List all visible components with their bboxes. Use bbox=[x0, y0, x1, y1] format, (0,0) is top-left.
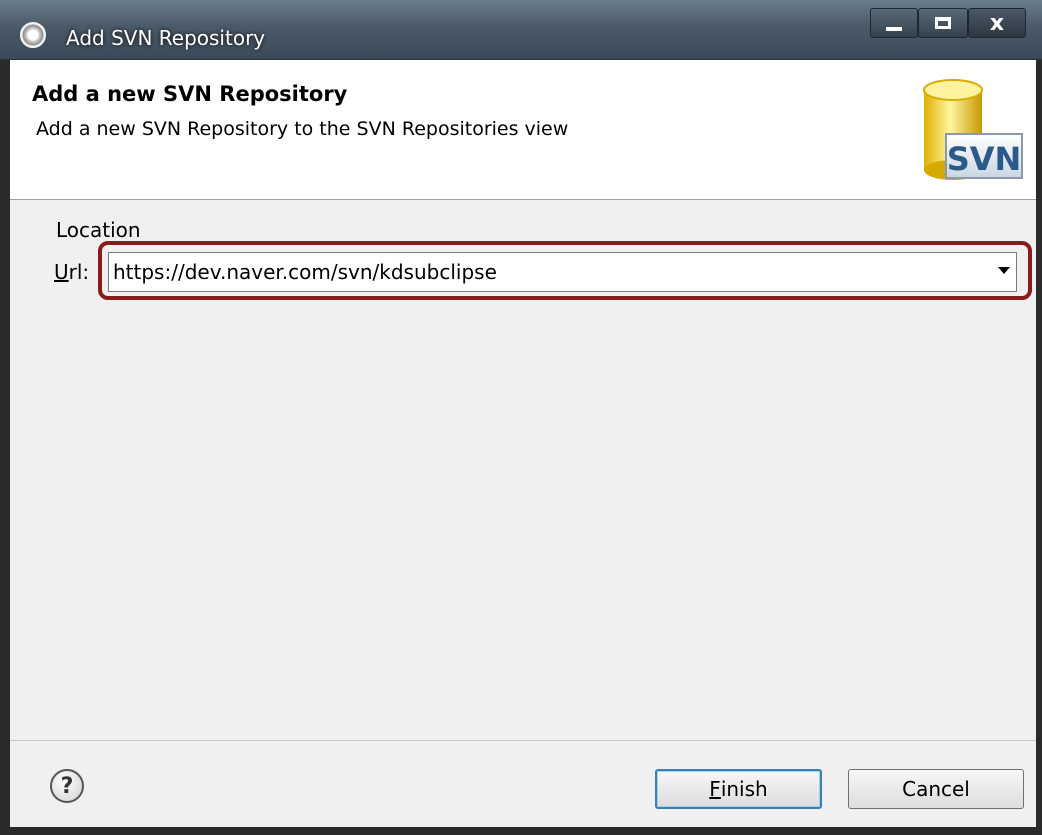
eclipse-gear-icon bbox=[20, 22, 46, 48]
location-section-label: Location bbox=[56, 218, 141, 242]
button-bar: ? Finish Cancel bbox=[10, 740, 1036, 827]
chevron-down-icon[interactable] bbox=[998, 267, 1010, 274]
url-combobox[interactable] bbox=[108, 252, 1017, 292]
url-label: Url: bbox=[54, 260, 89, 284]
minimize-button[interactable] bbox=[870, 8, 918, 38]
cancel-button[interactable]: Cancel bbox=[848, 769, 1024, 809]
page-description: Add a new SVN Repository to the SVN Repo… bbox=[36, 118, 569, 140]
close-icon: x bbox=[989, 10, 1005, 36]
close-button[interactable]: x bbox=[968, 8, 1026, 38]
help-glyph: ? bbox=[60, 773, 74, 799]
maximize-button[interactable] bbox=[918, 8, 968, 38]
url-label-rest: rl: bbox=[68, 260, 90, 284]
add-svn-repository-dialog: Add SVN Repository x Add a new SVN Repos… bbox=[0, 0, 1042, 835]
title-bar[interactable]: Add SVN Repository x bbox=[0, 0, 1042, 60]
finish-mnemonic: F bbox=[709, 777, 721, 801]
maximize-icon bbox=[935, 17, 951, 29]
content-area: Location Url: bbox=[10, 200, 1036, 740]
window-title: Add SVN Repository bbox=[66, 26, 266, 50]
url-input[interactable] bbox=[113, 257, 963, 287]
minimize-icon bbox=[886, 27, 902, 31]
page-title: Add a new SVN Repository bbox=[32, 82, 348, 106]
url-label-mnemonic: U bbox=[54, 260, 69, 284]
finish-label-rest: inish bbox=[720, 777, 768, 801]
finish-button[interactable]: Finish bbox=[655, 769, 822, 809]
wizard-header: Add a new SVN Repository Add a new SVN R… bbox=[10, 60, 1036, 200]
help-icon[interactable]: ? bbox=[50, 769, 84, 803]
svn-logo-text: SVN bbox=[947, 140, 1022, 178]
svn-database-icon: SVN bbox=[923, 79, 1023, 180]
